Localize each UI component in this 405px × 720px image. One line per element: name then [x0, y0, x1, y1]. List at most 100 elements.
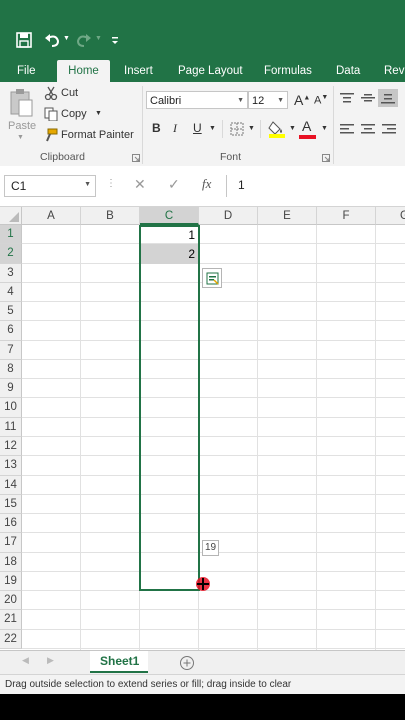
paste-label[interactable]: Paste: [8, 120, 36, 132]
column-header-a[interactable]: A: [22, 207, 81, 225]
scroll-left-icon[interactable]: ◀: [22, 655, 29, 666]
tab-review[interactable]: Revi: [384, 60, 405, 82]
align-bottom-icon: [381, 94, 395, 104]
font-name-combo[interactable]: Calibri ▼: [146, 91, 248, 109]
column-header-f[interactable]: F: [317, 207, 376, 225]
copy-dropdown-icon[interactable]: ▼: [95, 110, 102, 117]
row-header-10[interactable]: 10: [0, 398, 22, 418]
worksheet-grid[interactable]: A B C D E F G 1 2 3 4 5 6 7 8 9 10 11 12 13 14 15 16 17 1…: [0, 207, 405, 650]
font-group-label: Font: [220, 151, 242, 163]
row-header-19[interactable]: 19: [0, 571, 22, 592]
formula-separator: [226, 175, 227, 197]
column-header-c[interactable]: C: [140, 207, 199, 225]
fill-color-dropdown-icon[interactable]: ▼: [289, 125, 296, 132]
format-painter-icon[interactable]: [44, 128, 58, 142]
row-header-3[interactable]: 3: [0, 263, 22, 283]
shrink-font-button[interactable]: A▼: [314, 94, 328, 107]
row-header-18[interactable]: 18: [0, 552, 22, 572]
row-header-5[interactable]: 5: [0, 302, 22, 322]
enter-icon[interactable]: ✓: [168, 176, 180, 193]
undo-dropdown-icon[interactable]: ▼: [63, 35, 70, 42]
group-separator-2: [333, 86, 334, 164]
row-header-17[interactable]: 17: [0, 533, 22, 553]
column-header-g[interactable]: G: [376, 207, 405, 225]
scissors-icon[interactable]: [44, 86, 58, 100]
status-bar: Drag outside selection to extend series …: [0, 674, 405, 694]
tab-insert[interactable]: Insert: [124, 60, 153, 82]
clipboard-launcher-icon[interactable]: [132, 154, 140, 162]
borders-dropdown-icon[interactable]: ▼: [248, 125, 255, 132]
format-painter-button[interactable]: Format Painter: [61, 129, 134, 141]
align-bottom-button[interactable]: [378, 89, 398, 107]
fill-color-icon[interactable]: [268, 120, 286, 138]
customize-icon[interactable]: [110, 36, 120, 46]
redo-icon: [76, 34, 91, 47]
fill-crosshair-icon: [196, 577, 210, 591]
font-launcher-icon[interactable]: [322, 154, 330, 162]
fill-drag-range: [139, 225, 200, 591]
name-box[interactable]: C1 ▼: [4, 175, 96, 197]
save-icon[interactable]: [16, 32, 32, 48]
copy-icon[interactable]: [44, 107, 58, 121]
row-header-20[interactable]: 20: [0, 591, 22, 611]
font-color-button[interactable]: A: [302, 118, 311, 134]
bold-button[interactable]: B: [152, 121, 161, 135]
column-gridline: [257, 225, 258, 650]
underline-dropdown-icon[interactable]: ▼: [209, 125, 216, 132]
column-header-d[interactable]: D: [199, 207, 258, 225]
italic-button[interactable]: I: [173, 121, 177, 136]
select-all-button[interactable]: [0, 207, 22, 225]
tab-page-layout[interactable]: Page Layout: [178, 60, 243, 82]
clipboard-group-label: Clipboard: [40, 151, 85, 163]
align-middle-icon[interactable]: [361, 92, 375, 104]
underline-button[interactable]: U: [193, 121, 202, 135]
borders-icon[interactable]: [230, 122, 244, 136]
font-color-dropdown-icon[interactable]: ▼: [321, 125, 328, 132]
row-header-21[interactable]: 21: [0, 610, 22, 630]
row-header-11[interactable]: 11: [0, 417, 22, 437]
align-left-icon[interactable]: [340, 123, 354, 135]
grow-font-button[interactable]: A▲: [294, 92, 310, 108]
row-header-1[interactable]: 1: [0, 225, 22, 245]
chevron-down-icon: ▼: [84, 181, 91, 188]
column-gridline: [80, 225, 81, 650]
tab-data[interactable]: Data: [336, 60, 360, 82]
row-header-9[interactable]: 9: [0, 379, 22, 399]
row-header-15[interactable]: 15: [0, 494, 22, 515]
font-size-combo[interactable]: 12 ▼: [248, 91, 288, 109]
row-header-8[interactable]: 8: [0, 359, 22, 380]
scroll-right-icon[interactable]: ▶: [47, 655, 54, 666]
fill-series-tooltip: 19: [202, 540, 219, 556]
row-header-13[interactable]: 13: [0, 456, 22, 476]
column-header-e[interactable]: E: [258, 207, 317, 225]
ribbon: Paste ▼ Cut Copy ▼ Format Painter Clipbo…: [0, 82, 405, 167]
status-text: Drag outside selection to extend series …: [5, 679, 292, 690]
row-header-7[interactable]: 7: [0, 340, 22, 360]
row-header-4[interactable]: 4: [0, 282, 22, 303]
paste-icon[interactable]: [8, 88, 34, 118]
row-header-12[interactable]: 12: [0, 436, 22, 457]
align-top-icon[interactable]: [340, 92, 354, 104]
insert-function-button[interactable]: fx: [202, 176, 211, 192]
cut-button[interactable]: Cut: [61, 87, 78, 99]
cancel-icon[interactable]: ✕: [134, 176, 146, 193]
sheet-tab-sheet1[interactable]: Sheet1: [90, 651, 148, 673]
row-header-14[interactable]: 14: [0, 475, 22, 495]
column-header-b[interactable]: B: [81, 207, 140, 225]
quick-analysis-button[interactable]: [202, 268, 222, 288]
paste-dropdown-icon[interactable]: ▼: [17, 134, 24, 141]
copy-button[interactable]: Copy: [61, 108, 87, 120]
row-header-2[interactable]: 2: [0, 244, 22, 264]
tab-file[interactable]: File: [17, 60, 36, 82]
add-sheet-icon[interactable]: [179, 655, 195, 671]
quick-analysis-icon: [206, 272, 219, 285]
tab-formulas[interactable]: Formulas: [264, 60, 312, 82]
row-header-6[interactable]: 6: [0, 321, 22, 341]
align-center-icon[interactable]: [361, 123, 375, 135]
row-header-22[interactable]: 22: [0, 629, 22, 649]
row-header-16[interactable]: 16: [0, 514, 22, 534]
undo-icon[interactable]: [44, 32, 60, 48]
align-right-icon[interactable]: [382, 123, 396, 135]
formula-input[interactable]: 1: [238, 178, 245, 192]
tab-home[interactable]: Home: [57, 60, 110, 82]
